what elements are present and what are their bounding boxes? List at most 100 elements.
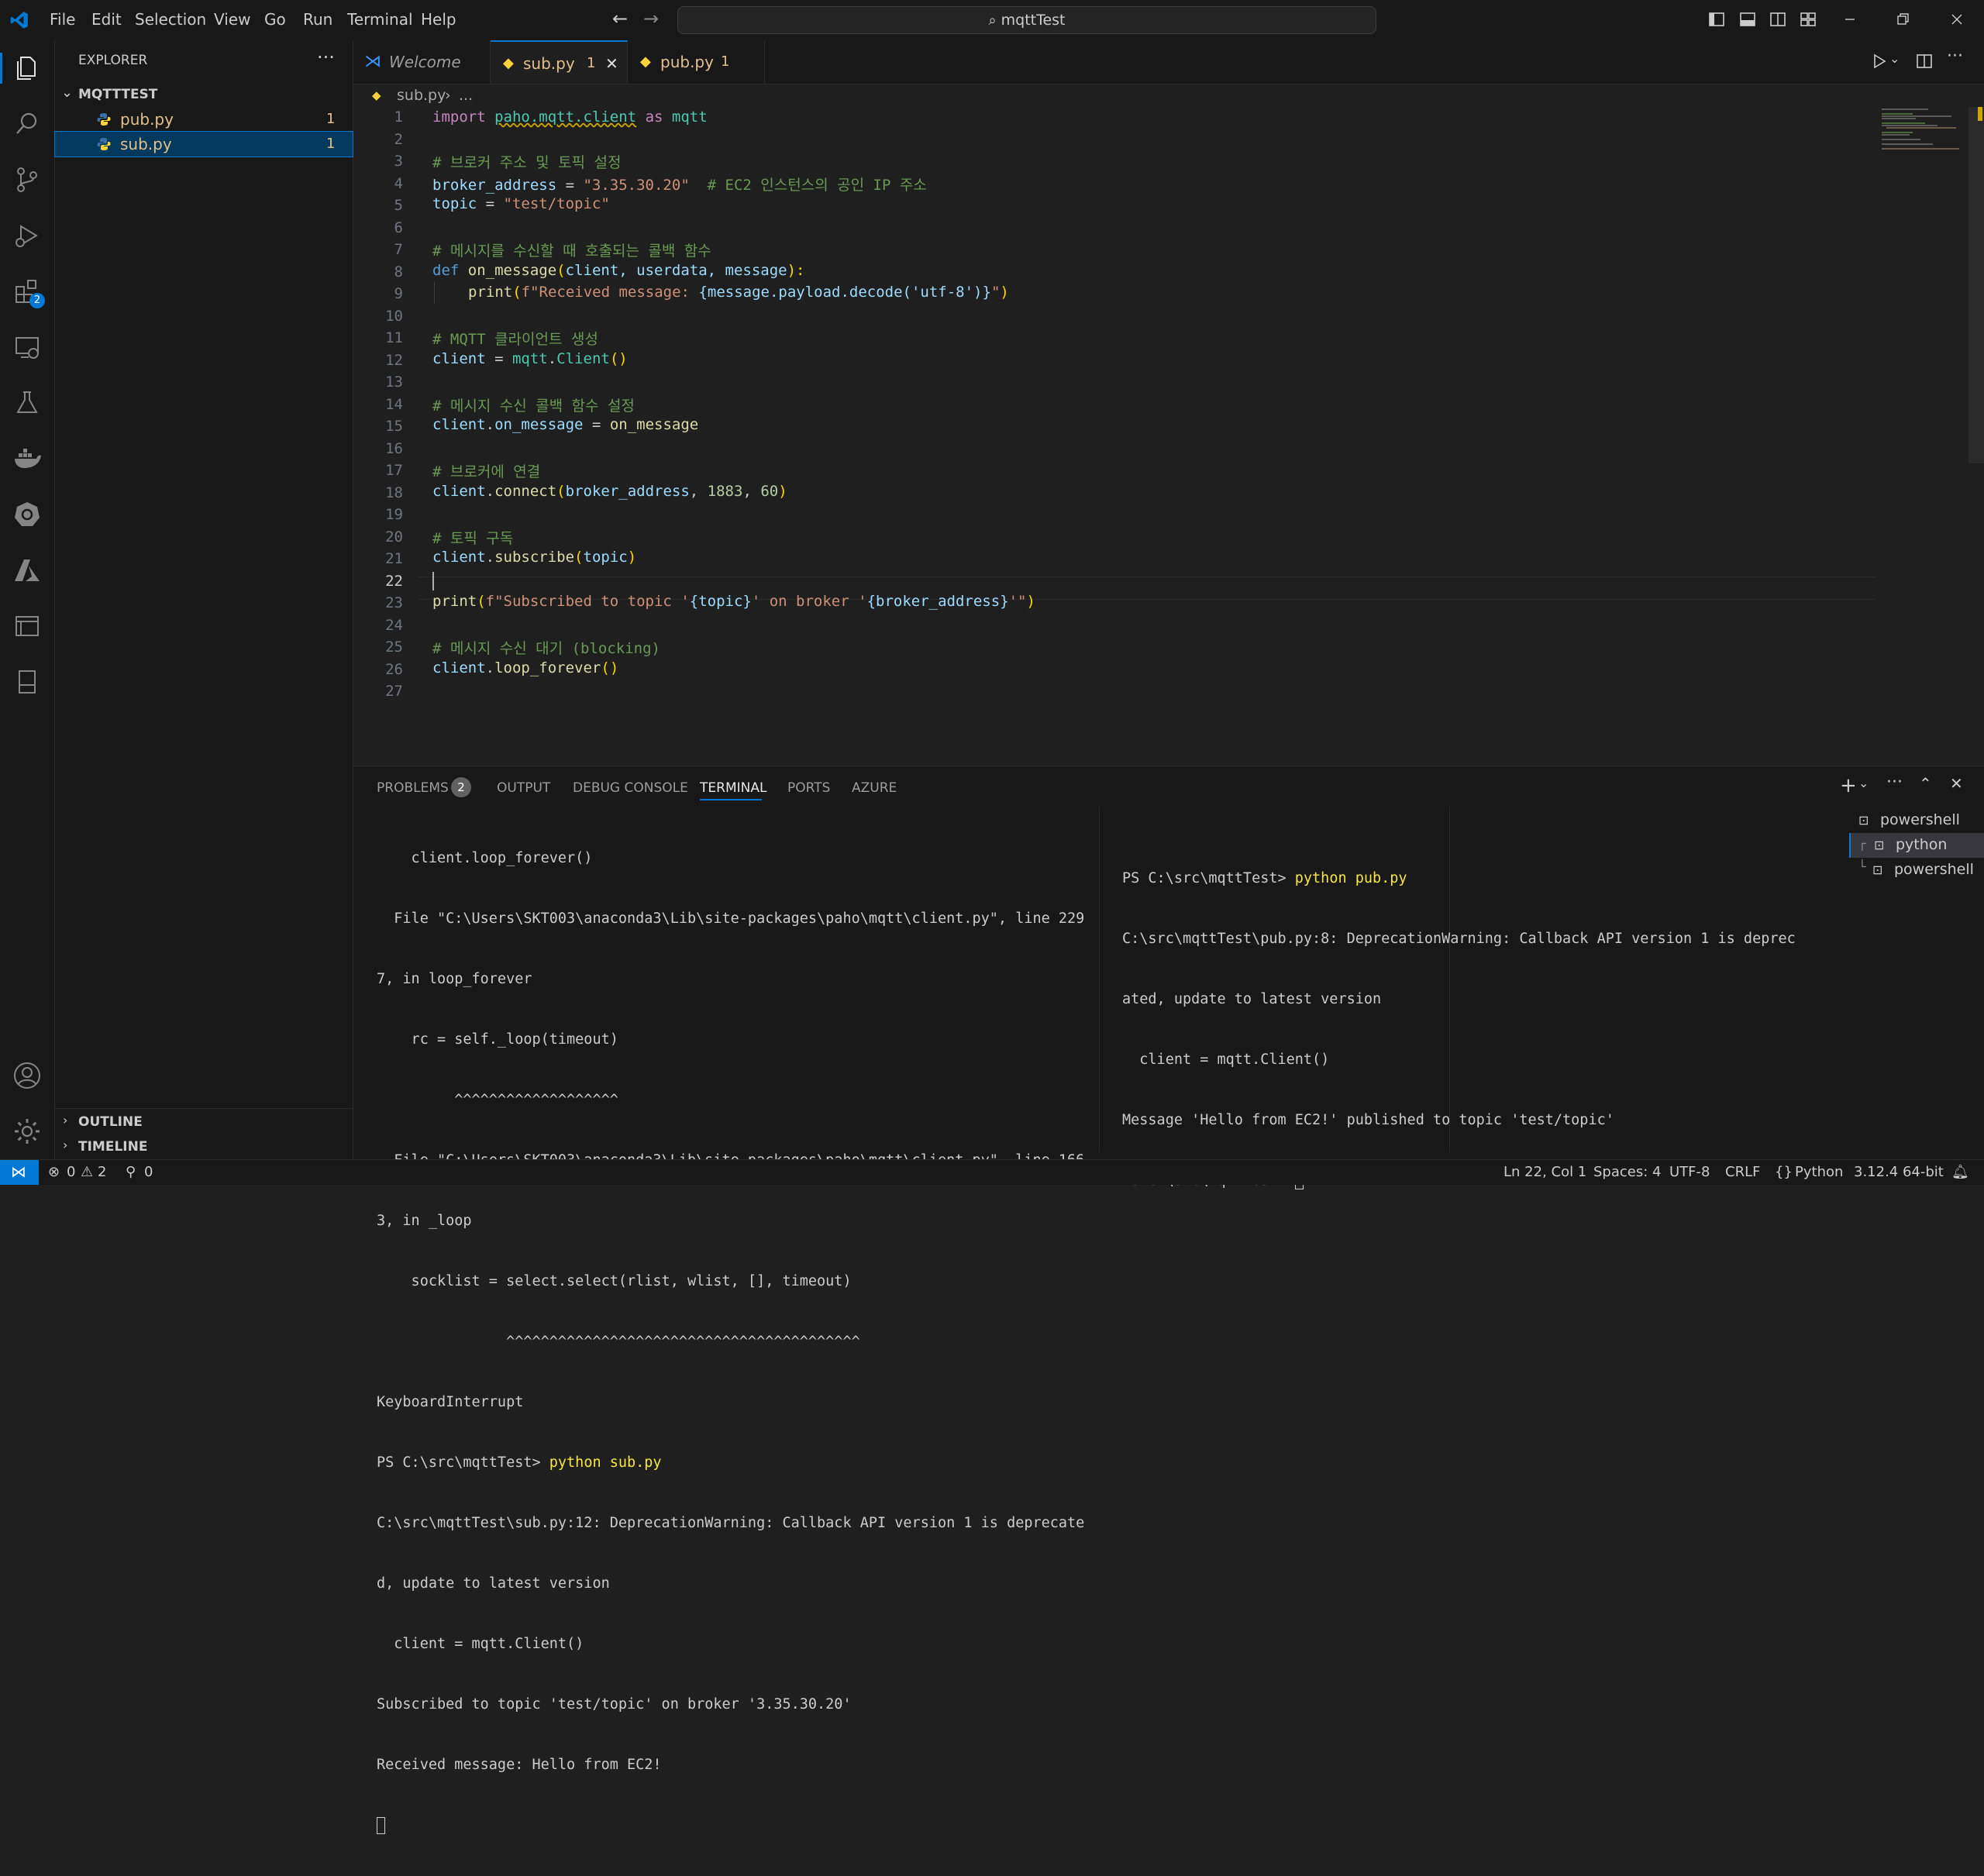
extensions-badge: 2: [29, 293, 45, 308]
source-control-icon[interactable]: [12, 164, 43, 195]
error-count[interactable]: 0: [67, 1164, 75, 1180]
tab-ports[interactable]: PORTS: [787, 780, 830, 796]
code-line-12: client = mqtt.Client(): [432, 350, 628, 367]
settings-gear-icon[interactable]: [12, 1116, 43, 1147]
encoding[interactable]: UTF-8: [1669, 1164, 1710, 1180]
close-tab-icon[interactable]: ✕: [605, 42, 618, 85]
minimize-icon[interactable]: [1841, 11, 1858, 28]
line-number: 13: [385, 373, 403, 391]
menu-terminal[interactable]: Terminal: [347, 10, 413, 29]
menu-go[interactable]: Go: [264, 10, 286, 29]
panel-view-icon[interactable]: [12, 611, 43, 642]
tab-welcome[interactable]: ⋊ Welcome: [353, 40, 491, 84]
terminal-list-item[interactable]: ┌ ⊡ python: [1849, 833, 1984, 858]
command-center-search[interactable]: ⌕ mqttTest: [677, 6, 1376, 34]
tab-problems[interactable]: PROBLEMS: [377, 780, 449, 796]
line-number: 27: [385, 683, 403, 700]
code-line-25: # 메시지 수신 대기 (blocking): [432, 640, 660, 657]
menu-view[interactable]: View: [214, 10, 250, 29]
remote-indicator[interactable]: ⋈: [0, 1160, 39, 1185]
remote-explorer-icon[interactable]: [12, 332, 43, 363]
text-cursor: [432, 572, 434, 590]
folder-header[interactable]: ⌄ MQTTTEST: [55, 84, 353, 107]
line-ending[interactable]: CRLF: [1725, 1164, 1760, 1180]
tab-sub-py[interactable]: ◆ sub.py 1 ✕: [491, 40, 628, 84]
more-actions-icon[interactable]: ···: [317, 46, 335, 68]
python-file-icon: [97, 113, 111, 126]
status-bar: ⋈ ⊗ 0 ⚠ 2 ⚲ 0 Ln 22, Col 1 Spaces: 4 UTF…: [0, 1159, 1984, 1185]
python-file-icon: ◆: [640, 53, 651, 70]
breadcrumb-rest[interactable]: ...: [459, 84, 473, 107]
more-actions-icon[interactable]: ···: [1947, 46, 1963, 66]
code-line-9: print(f"Received message: {message.paylo…: [468, 284, 1009, 301]
file-name: pub.py: [120, 110, 174, 129]
tab-pub-py[interactable]: ◆ pub.py 1: [628, 40, 765, 84]
warning-count[interactable]: 2: [98, 1164, 106, 1180]
line-number: 10: [385, 308, 403, 325]
kubernetes-icon[interactable]: [12, 499, 43, 530]
run-dropdown-icon[interactable]: ⌄: [1889, 51, 1900, 66]
breadcrumb-file[interactable]: sub.py: [397, 84, 446, 107]
ports-icon[interactable]: ⚲: [126, 1164, 136, 1180]
run-file-icon[interactable]: [1871, 53, 1888, 70]
minimap[interactable]: [1879, 107, 1968, 153]
database-icon[interactable]: [12, 666, 43, 697]
explorer-icon[interactable]: [12, 53, 43, 84]
account-icon[interactable]: [12, 1060, 43, 1091]
python-interpreter[interactable]: 3.12.4 64-bit: [1854, 1164, 1944, 1180]
menu-help[interactable]: Help: [421, 10, 456, 29]
run-debug-icon[interactable]: [12, 220, 43, 251]
terminal-dropdown-icon[interactable]: ⌄: [1858, 776, 1869, 790]
tab-output[interactable]: OUTPUT: [497, 780, 550, 796]
azure-icon[interactable]: [12, 555, 43, 586]
cursor-position[interactable]: Ln 22, Col 1: [1504, 1164, 1586, 1180]
forward-arrow-icon[interactable]: →: [643, 8, 659, 29]
testing-icon[interactable]: [12, 387, 43, 418]
customize-layout-icon[interactable]: [1800, 11, 1817, 28]
tab-terminal[interactable]: TERMINAL: [700, 780, 766, 796]
close-window-icon[interactable]: [1948, 11, 1965, 28]
terminal-split-divider: [1099, 807, 1100, 1152]
terminal-list-item[interactable]: └ ⊡ powershell: [1849, 858, 1984, 883]
terminal-left[interactable]: client.loop_forever() File "C:\Users\SKT…: [377, 808, 1084, 1834]
line-number: 6: [394, 219, 403, 236]
file-item-pub[interactable]: pub.py 1: [55, 107, 353, 132]
ports-count[interactable]: 0: [144, 1164, 153, 1180]
more-actions-icon[interactable]: ···: [1886, 773, 1903, 792]
terminal-list-item[interactable]: ⊡ powershell: [1849, 808, 1984, 833]
tab-azure[interactable]: AZURE: [852, 780, 897, 796]
restore-icon[interactable]: [1894, 11, 1911, 28]
terminal-right[interactable]: PS C:\src\mqttTest> python pub.py C:\src…: [1122, 828, 1804, 1189]
warning-icon[interactable]: ⚠: [81, 1164, 93, 1180]
toggle-secondary-sidebar-icon[interactable]: [1769, 11, 1786, 28]
notifications-bell-icon[interactable]: 🔔︎: [1951, 1164, 1969, 1180]
tab-badge: 1: [587, 55, 596, 71]
chevron-right-icon: ›: [445, 87, 451, 104]
toggle-panel-icon[interactable]: [1739, 11, 1756, 28]
back-arrow-icon[interactable]: ←: [612, 8, 628, 29]
new-terminal-icon[interactable]: +: [1840, 774, 1857, 797]
error-icon[interactable]: ⊗: [48, 1164, 60, 1180]
menu-file[interactable]: File: [50, 10, 75, 29]
editor-scrollbar[interactable]: [1968, 107, 1984, 463]
language-mode[interactable]: Python: [1795, 1164, 1843, 1180]
line-number: 14: [385, 396, 403, 413]
line-number: 17: [385, 462, 403, 479]
menu-run[interactable]: Run: [303, 10, 332, 29]
braces-icon[interactable]: {}: [1775, 1164, 1793, 1180]
menu-edit[interactable]: Edit: [91, 10, 122, 29]
menu-selection[interactable]: Selection: [135, 10, 206, 29]
code-line-7: # 메시지를 수신할 때 호출되는 콜백 함수: [432, 243, 711, 260]
outline-section[interactable]: › OUTLINE: [55, 1110, 353, 1134]
indentation[interactable]: Spaces: 4: [1593, 1164, 1661, 1180]
indent-guide: [434, 282, 435, 304]
split-editor-icon[interactable]: [1916, 53, 1933, 70]
tab-debug-console[interactable]: DEBUG CONSOLE: [573, 780, 688, 796]
search-view-icon[interactable]: [12, 108, 43, 139]
file-item-sub[interactable]: sub.py 1: [54, 131, 353, 157]
docker-icon[interactable]: [12, 443, 43, 474]
toggle-primary-sidebar-icon[interactable]: [1708, 11, 1725, 28]
maximize-panel-icon[interactable]: ⌃: [1919, 774, 1932, 793]
close-panel-icon[interactable]: ✕: [1950, 774, 1963, 793]
timeline-section[interactable]: › TIMELINE: [55, 1134, 353, 1159]
